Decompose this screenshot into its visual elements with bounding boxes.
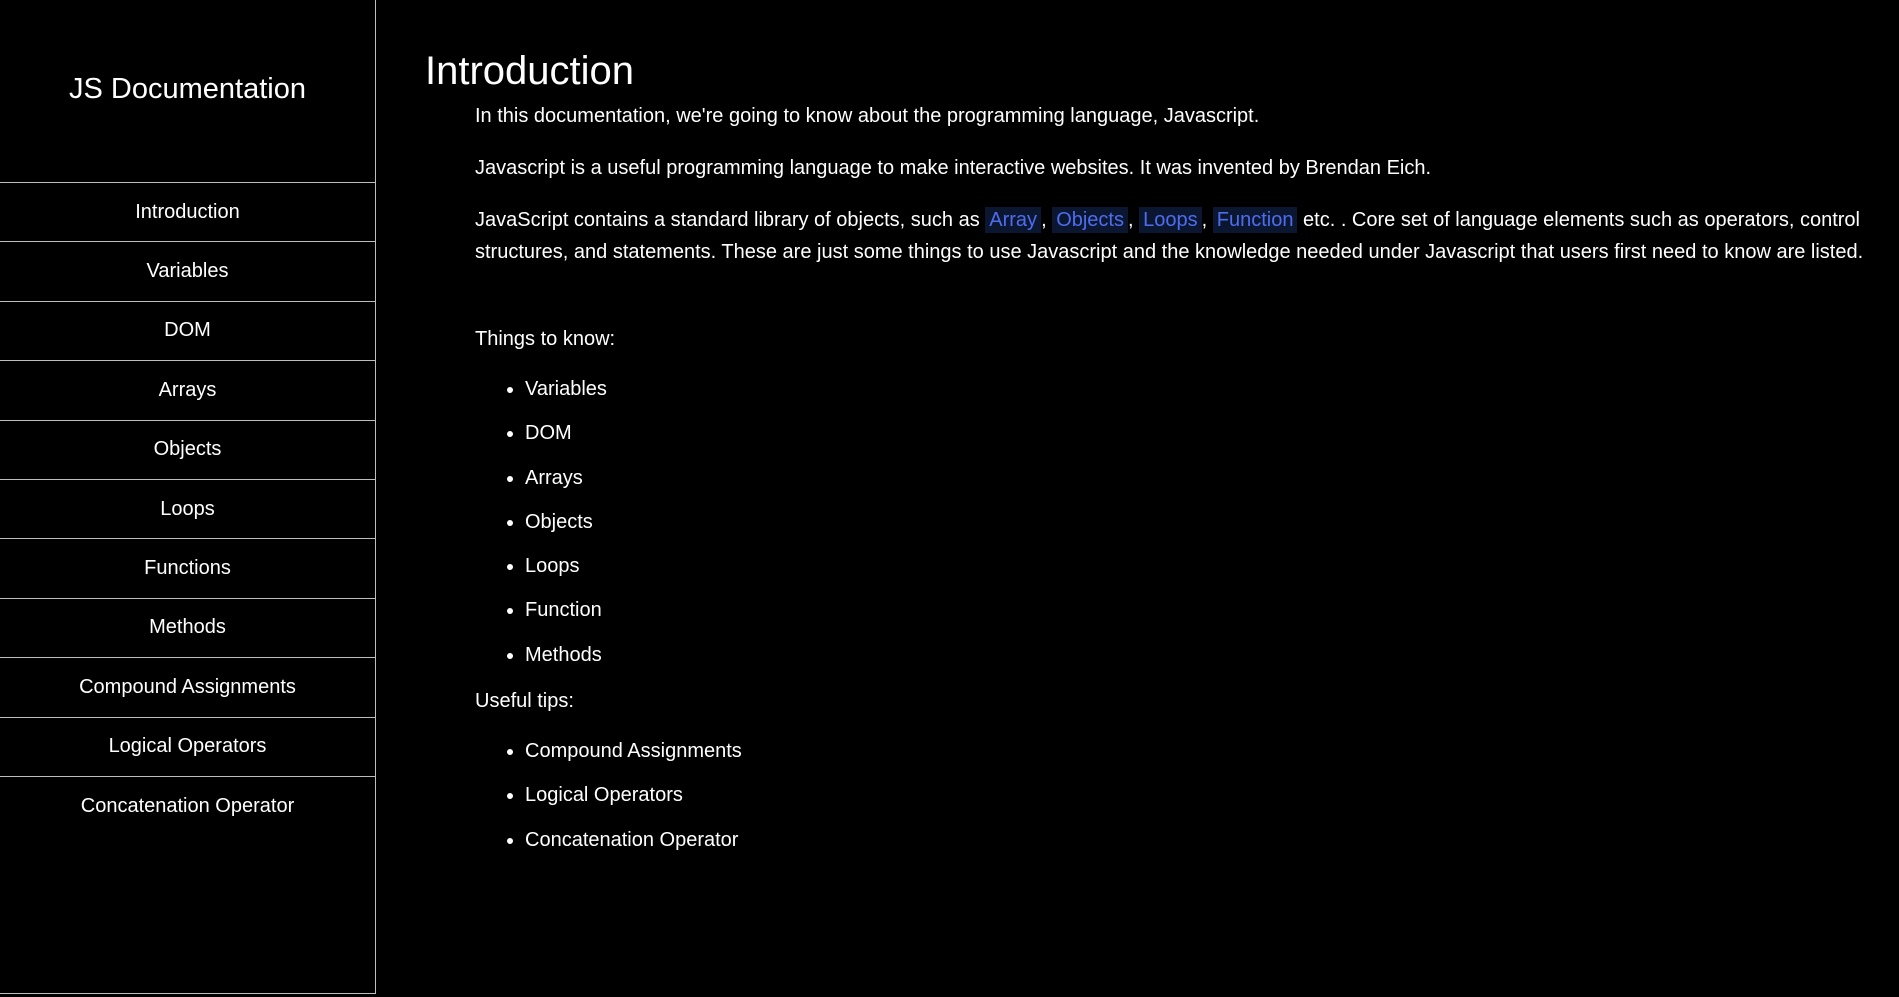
code-loops: Loops	[1139, 207, 1202, 233]
nav-link-variables[interactable]: Variables	[0, 242, 375, 302]
intro-paragraph-2: Javascript is a useful programming langu…	[475, 157, 1432, 179]
things-to-know-list: Variables DOM Arrays Objects Loops Funct…	[475, 367, 1865, 677]
nav-link-dom[interactable]: DOM	[0, 302, 375, 362]
section-content: In this documentation, we're going to kn…	[475, 100, 1865, 862]
nav-link-logical-operators[interactable]: Logical Operators	[0, 718, 375, 777]
list-item: Loops	[525, 544, 1865, 588]
list-item: Logical Operators	[525, 773, 1865, 817]
list-item: Function	[525, 588, 1865, 632]
nav-link-arrays[interactable]: Arrays	[0, 361, 375, 421]
nav-link-compound-assignments[interactable]: Compound Assignments	[0, 658, 375, 718]
code-array: Array	[985, 207, 1042, 233]
code-separator: ,	[1041, 209, 1053, 231]
useful-tips-label: Useful tips:	[475, 690, 574, 713]
intro-paragraph-1: In this documentation, we're going to kn…	[475, 105, 1260, 127]
section-title: Introduction	[425, 49, 635, 93]
list-item: Arrays	[525, 456, 1865, 500]
p3-text-before: JavaScript contains a standard library o…	[475, 209, 986, 231]
navbar: JS Documentation Introduction Variables …	[0, 0, 376, 994]
navbar-title: JS Documentation	[0, 0, 375, 183]
nav-link-objects[interactable]: Objects	[0, 421, 375, 480]
intro-paragraph-3: JavaScript contains a standard library o…	[475, 204, 1865, 268]
nav-link-loops[interactable]: Loops	[0, 480, 375, 540]
introduction-section: Introduction In this documentation, we'r…	[425, 48, 1865, 862]
code-separator: ,	[1201, 209, 1213, 231]
list-item: Concatenation Operator	[525, 818, 1865, 862]
nav-link-introduction[interactable]: Introduction	[0, 183, 375, 243]
nav-link-concatenation-operator[interactable]: Concatenation Operator	[0, 777, 375, 836]
code-function: Function	[1212, 207, 1298, 233]
list-item: Variables	[525, 367, 1865, 411]
nav-link-functions[interactable]: Functions	[0, 539, 375, 599]
nav-link-methods[interactable]: Methods	[0, 599, 375, 659]
things-to-know-label: Things to know:	[475, 328, 616, 350]
list-item: DOM	[525, 411, 1865, 455]
code-objects: Objects	[1052, 207, 1128, 233]
main-doc: Introduction In this documentation, we'r…	[425, 0, 1865, 862]
code-separator: ,	[1128, 209, 1140, 231]
list-item: Methods	[525, 633, 1865, 677]
useful-tips-list: Compound Assignments Logical Operators C…	[475, 729, 1865, 862]
list-item: Compound Assignments	[525, 729, 1865, 773]
list-item: Objects	[525, 500, 1865, 544]
